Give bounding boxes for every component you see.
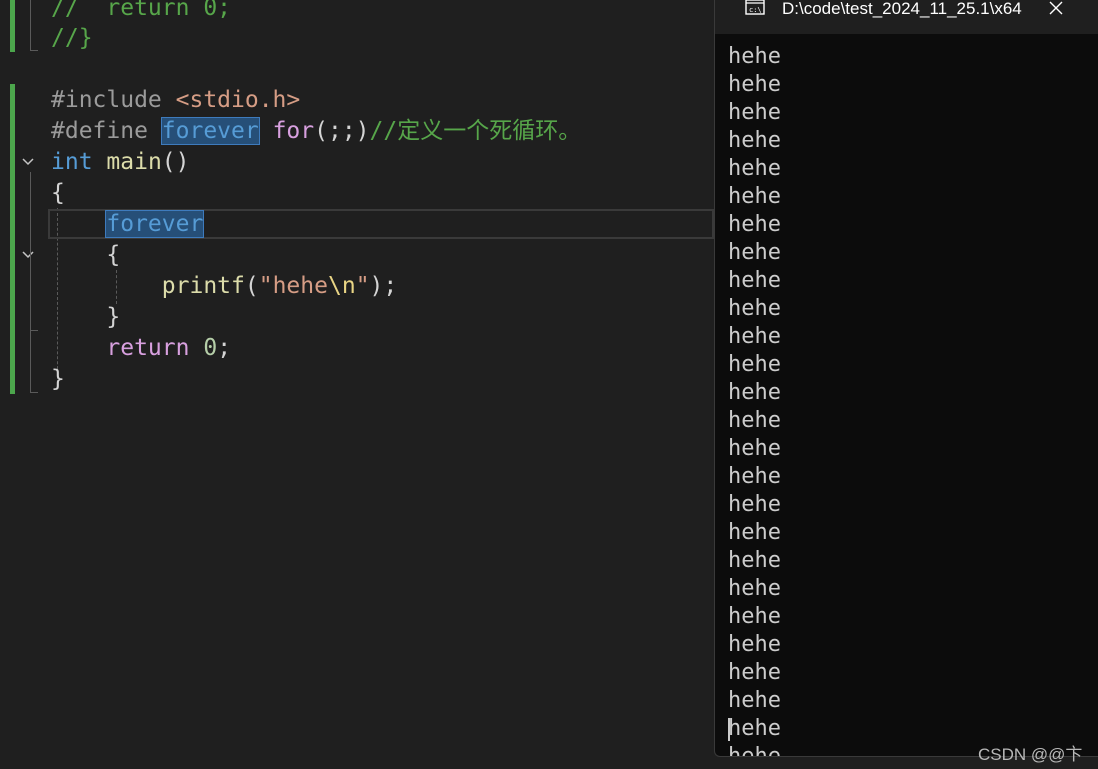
code-line[interactable]: int main() xyxy=(51,147,190,178)
console-app-icon: c:\ xyxy=(745,0,765,16)
code-token: \n xyxy=(327,273,356,299)
code-token: int xyxy=(51,149,93,175)
code-token: { xyxy=(51,242,121,268)
console-output-line: hehe xyxy=(728,296,781,321)
text-cursor xyxy=(728,718,730,741)
console-output-line: hehe xyxy=(728,100,781,125)
console-output-line: hehe xyxy=(728,380,781,405)
code-line[interactable]: printf("hehe\n"); xyxy=(51,271,397,302)
outline-guide-end xyxy=(30,50,38,51)
code-token: 0 xyxy=(203,335,218,361)
code-token: <stdio.h> xyxy=(175,87,301,113)
code-line[interactable]: } xyxy=(51,302,120,333)
console-title: D:\code\test_2024_11_25.1\x64 xyxy=(782,0,1022,18)
code-token: #define xyxy=(51,118,162,144)
change-marker-bar xyxy=(10,84,15,394)
code-token: (;;) xyxy=(314,118,370,144)
console-output-line: hehe xyxy=(728,548,781,573)
console-output-line: hehe xyxy=(728,436,781,461)
code-token: } xyxy=(51,366,65,392)
code-token: return xyxy=(106,335,190,361)
code-token: //} xyxy=(51,25,93,51)
console-output-line: hehe xyxy=(728,240,781,265)
console-window[interactable]: c:\ D:\code\test_2024_11_25.1\x64 hehe he… xyxy=(714,0,1098,757)
code-token: #include xyxy=(51,87,176,113)
code-line[interactable]: // return 0; xyxy=(51,0,231,24)
code-token: printf xyxy=(161,273,245,299)
code-token: forever xyxy=(160,117,260,145)
console-titlebar[interactable]: c:\ D:\code\test_2024_11_25.1\x64 xyxy=(715,0,1098,34)
close-icon[interactable] xyxy=(1049,0,1063,15)
console-output-line: hehe xyxy=(728,660,781,685)
change-marker-bar xyxy=(10,0,15,52)
code-token: } xyxy=(51,304,121,330)
console-output-line: hehe xyxy=(728,464,781,489)
code-token: forever xyxy=(105,210,205,238)
console-output-line: hehe xyxy=(728,268,781,293)
code-line[interactable]: } xyxy=(51,364,65,395)
code-editor[interactable]: // return 0;//} #include <stdio.h> #define… xyxy=(0,0,714,769)
outline-guide xyxy=(30,0,31,50)
code-token: "hehe xyxy=(258,273,328,299)
console-output-line: hehe xyxy=(728,520,781,545)
code-line[interactable]: return 0; xyxy=(51,333,231,364)
console-output-line: hehe xyxy=(728,212,781,237)
console-output-line: hehe xyxy=(728,492,781,517)
code-line[interactable]: #include <stdio.h> xyxy=(51,85,300,116)
code-line[interactable]: //} xyxy=(51,23,93,54)
code-token: //定义一个死循环。 xyxy=(369,118,582,144)
console-output-line: hehe xyxy=(728,128,781,153)
code-token: main xyxy=(106,149,162,175)
console-output-line: hehe xyxy=(728,44,781,69)
code-line[interactable]: forever xyxy=(51,209,205,240)
fold-chevron-icon[interactable] xyxy=(22,248,34,260)
console-output-line: hehe xyxy=(728,604,781,629)
code-token: for xyxy=(272,118,315,144)
code-token: () xyxy=(161,149,190,175)
code-token: { xyxy=(51,180,65,206)
svg-text:c:\: c:\ xyxy=(749,6,762,14)
code-token: ( xyxy=(244,273,259,299)
fold-chevron-icon[interactable] xyxy=(22,155,34,167)
code-line[interactable]: { xyxy=(51,240,120,271)
watermark: CSDN @@卞 xyxy=(978,745,1083,764)
outline-guide-end xyxy=(30,392,38,393)
code-token: ); xyxy=(369,273,398,299)
code-line[interactable]: #define forever for(;;)//定义一个死循环。 xyxy=(51,116,581,147)
code-line[interactable]: { xyxy=(51,178,65,209)
console-output-line: hehe xyxy=(728,576,781,601)
console-output-line: hehe xyxy=(728,184,781,209)
console-output: hehe hehe hehe hehe hehe hehe hehe hehe hehe hehe… xyxy=(728,43,1083,756)
console-output-line: hehe xyxy=(728,324,781,349)
console-output-line: hehe xyxy=(728,352,781,377)
console-output-line: hehe xyxy=(728,72,781,97)
code-token: " xyxy=(355,273,370,299)
outline-guide-end xyxy=(30,330,38,331)
console-output-line: hehe xyxy=(728,688,781,713)
code-token: ; xyxy=(217,335,232,361)
console-output-line: hehe xyxy=(728,408,781,433)
console-scrollbar[interactable] xyxy=(1089,34,1098,754)
console-output-line: hehe xyxy=(728,156,781,181)
outline-guide xyxy=(30,172,31,392)
console-output-line: hehe xyxy=(728,632,781,657)
console-output-line: hehe xyxy=(728,716,781,741)
code-token: // return 0; xyxy=(51,0,232,21)
